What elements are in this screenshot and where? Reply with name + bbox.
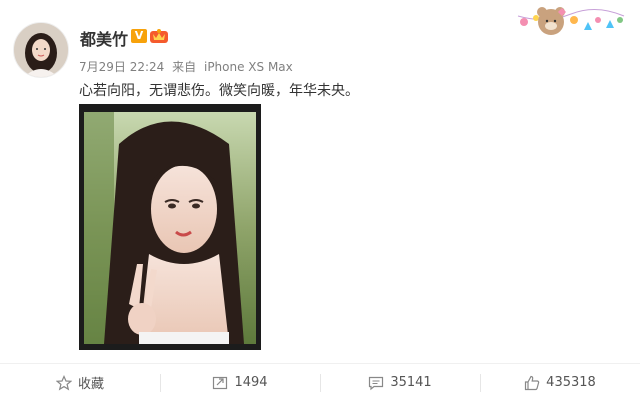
comment-button[interactable]: 35141 <box>320 368 480 398</box>
card-decoration-icon <box>516 6 626 44</box>
post-image[interactable] <box>79 104 261 350</box>
source-prefix: 来自 <box>172 60 197 74</box>
vip-crown-icon <box>149 28 169 44</box>
like-count: 435318 <box>546 375 596 390</box>
post-time[interactable]: 7月29日 22:24 <box>79 60 164 74</box>
avatar[interactable] <box>13 22 69 78</box>
comment-icon <box>369 376 384 390</box>
action-bar: 收藏 1494 35141 435318 <box>0 363 640 401</box>
favorite-button[interactable]: 收藏 <box>0 368 160 398</box>
post-text: 心若向阳，无谓悲伤。微笑向暖，年华未央。 <box>79 83 359 99</box>
source-device: iPhone XS Max <box>203 60 293 74</box>
weibo-post: 都美竹 V 7月29日 22:24 来自 iPhone XS Max 心若向阳，… <box>0 0 640 401</box>
repost-button[interactable]: 1494 <box>160 368 320 398</box>
star-icon <box>55 374 72 390</box>
like-button[interactable]: 435318 <box>480 368 640 398</box>
post-meta: 7月29日 22:24 来自 iPhone XS Max <box>79 58 297 75</box>
verified-badge-icon: V <box>131 29 147 43</box>
username[interactable]: 都美竹 <box>80 26 128 50</box>
share-icon <box>213 376 228 389</box>
repost-count: 1494 <box>234 375 268 390</box>
favorite-label: 收藏 <box>77 377 104 392</box>
thumbs-up-icon <box>525 375 540 390</box>
comment-count: 35141 <box>390 375 432 390</box>
